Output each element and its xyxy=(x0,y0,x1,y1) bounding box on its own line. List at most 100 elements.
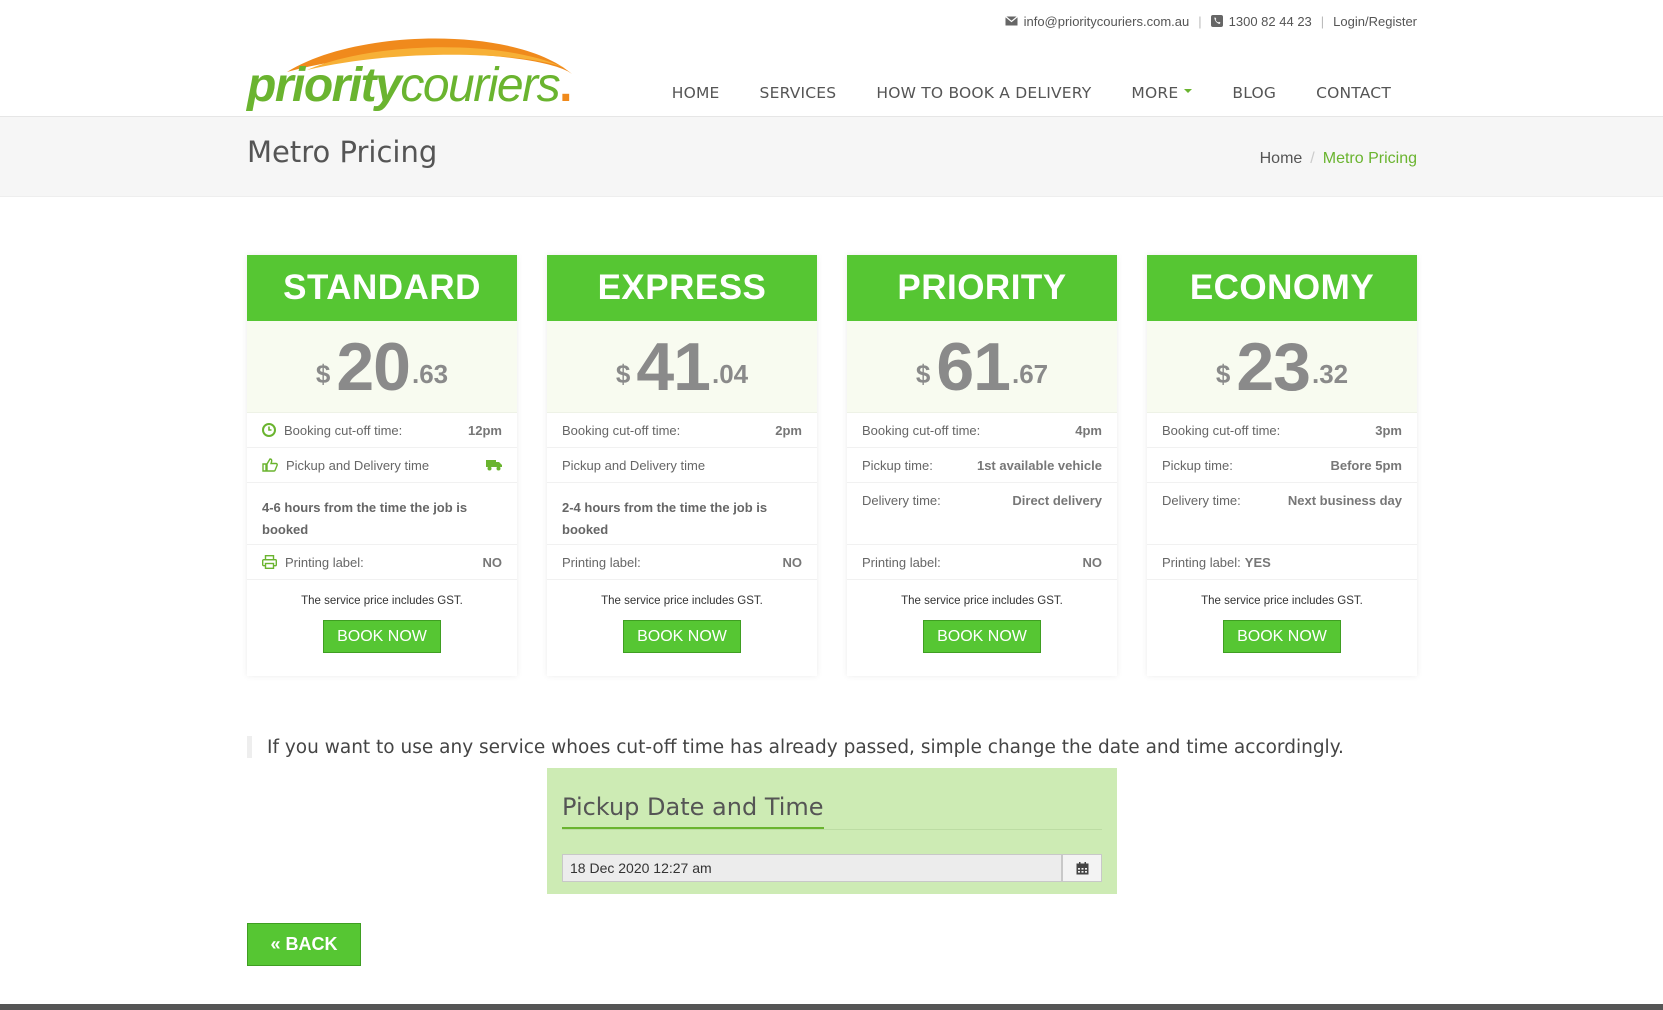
pickup-delivery-row: Pickup and Delivery time xyxy=(547,448,817,483)
book-now-button[interactable]: BOOK NOW xyxy=(1223,620,1341,653)
breadcrumb-separator: / xyxy=(1310,150,1315,167)
page-title-bar: Metro Pricing Home / Metro Pricing xyxy=(0,116,1663,197)
printer-icon xyxy=(262,555,277,569)
delivery-time-value: Next business day xyxy=(1287,493,1402,508)
price-integer: 23 xyxy=(1236,328,1311,405)
delivery-time-label: Delivery time: xyxy=(1162,493,1241,508)
gst-note: The service price includes GST. xyxy=(901,595,1063,607)
pickup-time-value: Before 5pm xyxy=(1330,457,1402,473)
price-currency: $ xyxy=(915,359,931,389)
nav-home[interactable]: HOME xyxy=(652,84,740,102)
price-integer: 41 xyxy=(636,328,711,405)
pickup-time-row: Pickup time: Before 5pm xyxy=(1147,448,1417,483)
printing-label-row: Printing label: YES xyxy=(1147,545,1417,580)
price-currency: $ xyxy=(615,359,631,389)
cutoff-label: Booking cut-off time: xyxy=(562,422,681,438)
price-currency: $ xyxy=(315,359,331,389)
cutoff-notice: If you want to use any service whoes cut… xyxy=(247,736,1344,758)
cutoff-row: Booking cut-off time: 12pm xyxy=(247,413,517,448)
cutoff-label: Booking cut-off time: xyxy=(862,422,981,438)
nav-contact[interactable]: CONTACT xyxy=(1296,84,1411,102)
printing-label: Printing label: xyxy=(562,554,641,570)
pickup-title: Pickup Date and Time xyxy=(562,793,824,829)
pickup-datetime-input[interactable] xyxy=(562,854,1062,882)
card-price: $ 41 .04 xyxy=(547,321,817,413)
phone-link[interactable]: 1300 82 44 23 xyxy=(1210,13,1312,29)
delivery-window-text: 4-6 hours from the time the job is booke… xyxy=(247,483,517,545)
cutoff-label: Booking cut-off time: xyxy=(284,422,403,438)
phone-text: 1300 82 44 23 xyxy=(1228,13,1312,29)
price-decimal: .32 xyxy=(1311,359,1349,389)
printing-label-row: Printing label: NO xyxy=(247,545,517,580)
printing-label: Printing label: xyxy=(285,554,364,570)
title-divider xyxy=(562,829,1102,830)
cutoff-row: Booking cut-off time: 4pm xyxy=(847,413,1117,448)
cutoff-row: Booking cut-off time: 2pm xyxy=(547,413,817,448)
book-now-button[interactable]: BOOK NOW xyxy=(923,620,1041,653)
pricing-card-standard: STANDARD $ 20 .63 Booking cut-off time: … xyxy=(247,255,517,676)
cutoff-value: 3pm xyxy=(1375,422,1402,438)
pickup-time-row: Pickup time: 1st available vehicle xyxy=(847,448,1117,483)
printing-value: NO xyxy=(1082,554,1103,570)
price-decimal: .04 xyxy=(711,359,749,389)
delivery-time-row: Delivery time: Next business day xyxy=(1147,483,1417,545)
main-nav: HOME SERVICES HOW TO BOOK A DELIVERY MOR… xyxy=(652,84,1411,102)
pricing-card-economy: ECONOMY $ 23 .32 Booking cut-off time: 3… xyxy=(1147,255,1417,676)
pickup-time-label: Pickup time: xyxy=(1162,457,1233,473)
nav-more[interactable]: MORE xyxy=(1111,84,1212,102)
phone-icon xyxy=(1210,15,1223,27)
email-link[interactable]: info@prioritycouriers.com.au xyxy=(1004,13,1190,29)
nav-how-to-book[interactable]: HOW TO BOOK A DELIVERY xyxy=(856,84,1111,102)
page-title: Metro Pricing xyxy=(247,135,438,169)
truck-icon xyxy=(486,460,502,471)
back-button[interactable]: « BACK xyxy=(247,923,361,966)
delivery-time-label: Delivery time: xyxy=(862,493,941,508)
card-price: $ 23 .32 xyxy=(1147,321,1417,413)
cutoff-row: Booking cut-off time: 3pm xyxy=(1147,413,1417,448)
email-text: info@prioritycouriers.com.au xyxy=(1023,13,1190,29)
card-price: $ 61 .67 xyxy=(847,321,1117,413)
login-register-link[interactable]: Login/Register xyxy=(1333,14,1417,29)
pickup-time-value: 1st available vehicle xyxy=(976,457,1102,473)
price-decimal: .63 xyxy=(411,359,449,389)
book-now-button[interactable]: BOOK NOW xyxy=(323,620,441,653)
footer-strip xyxy=(0,1004,1663,1010)
printing-value: NO xyxy=(782,554,803,570)
gst-note: The service price includes GST. xyxy=(301,595,463,607)
price-integer: 61 xyxy=(936,328,1011,405)
site-logo[interactable]: prioritycouriers. xyxy=(247,34,577,120)
delivery-time-row: Delivery time: Direct delivery xyxy=(847,483,1117,545)
printing-value: YES xyxy=(1244,554,1271,570)
breadcrumb-current: Metro Pricing xyxy=(1322,150,1417,167)
thumbs-up-icon xyxy=(262,458,278,472)
nav-blog[interactable]: BLOG xyxy=(1212,84,1296,102)
pricing-card-priority: PRIORITY $ 61 .67 Booking cut-off time: … xyxy=(847,255,1117,676)
printing-value: NO xyxy=(482,554,503,570)
nav-services[interactable]: SERVICES xyxy=(740,84,857,102)
divider: | xyxy=(1198,13,1202,29)
printing-label-row: Printing label: NO xyxy=(847,545,1117,580)
clock-icon xyxy=(262,423,276,437)
book-now-button[interactable]: BOOK NOW xyxy=(623,620,741,653)
calendar-icon xyxy=(1076,861,1088,874)
pickup-delivery-row: Pickup and Delivery time xyxy=(247,448,517,483)
gst-note: The service price includes GST. xyxy=(601,595,763,607)
breadcrumb-home[interactable]: Home xyxy=(1260,150,1303,168)
card-title: PRIORITY xyxy=(847,255,1117,321)
pickup-datetime-panel: Pickup Date and Time xyxy=(547,768,1117,894)
pricing-cards: STANDARD $ 20 .63 Booking cut-off time: … xyxy=(247,255,1417,676)
calendar-button[interactable] xyxy=(1062,854,1102,882)
cutoff-label: Booking cut-off time: xyxy=(1162,422,1281,438)
printing-label-row: Printing label: NO xyxy=(547,545,817,580)
price-currency: $ xyxy=(1215,359,1231,389)
top-contact-bar: info@prioritycouriers.com.au | 1300 82 4… xyxy=(247,10,1417,32)
cutoff-value: 12pm xyxy=(468,422,502,438)
divider: | xyxy=(1320,13,1325,29)
caret-down-icon xyxy=(1184,88,1193,93)
pricing-card-express: EXPRESS $ 41 .04 Booking cut-off time: 2… xyxy=(547,255,817,676)
envelope-icon xyxy=(1004,16,1018,26)
pickup-time-label: Pickup time: xyxy=(862,457,933,473)
pickup-delivery-label: Pickup and Delivery time xyxy=(562,457,706,473)
printing-label: Printing label: xyxy=(862,554,941,570)
card-title: ECONOMY xyxy=(1147,255,1417,321)
